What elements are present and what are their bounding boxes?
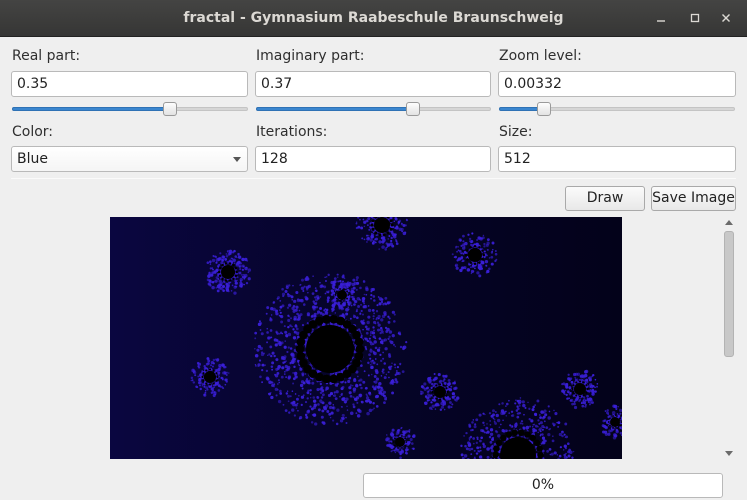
imaginary-part-label: Imaginary part: — [256, 48, 365, 64]
imaginary-part-input[interactable]: 0.37 — [255, 71, 491, 97]
chevron-down-icon — [233, 157, 241, 162]
zoom-level-label: Zoom level: — [499, 48, 582, 64]
draw-button[interactable]: Draw — [565, 186, 645, 211]
maximize-icon — [685, 13, 705, 23]
size-input[interactable]: 512 — [498, 146, 736, 172]
iterations-input[interactable]: 128 — [255, 146, 491, 172]
zoom-level-slider[interactable] — [499, 102, 735, 116]
window-title: fractal - Gymnasium Raabeschule Braunsch… — [183, 10, 564, 26]
size-label: Size: — [499, 124, 533, 140]
separator — [11, 178, 736, 179]
title-bar[interactable]: fractal - Gymnasium Raabeschule Braunsch… — [0, 0, 747, 37]
maximize-button[interactable] — [685, 9, 705, 29]
color-label: Color: — [12, 124, 54, 140]
zoom-level-input[interactable]: 0.00332 — [498, 71, 736, 97]
close-button[interactable] — [716, 9, 736, 29]
color-select[interactable]: Blue — [11, 146, 248, 172]
iterations-label: Iterations: — [256, 124, 328, 140]
color-select-value: Blue — [17, 151, 48, 167]
slider-fill — [12, 107, 171, 111]
scrollbar-thumb[interactable] — [724, 231, 734, 357]
slider-fill — [256, 107, 414, 111]
progress-bar: 0% — [363, 473, 723, 498]
vertical-scrollbar[interactable] — [722, 216, 736, 460]
imaginary-part-slider[interactable] — [256, 102, 491, 116]
minimize-icon — [651, 13, 671, 23]
scroll-down-icon[interactable] — [725, 451, 733, 456]
app-window: fractal - Gymnasium Raabeschule Braunsch… — [0, 0, 747, 500]
slider-handle[interactable] — [536, 102, 551, 116]
fractal-render — [110, 217, 622, 459]
real-part-slider[interactable] — [12, 102, 248, 116]
progress-text: 0% — [531, 477, 555, 493]
real-part-label: Real part: — [12, 48, 81, 64]
slider-handle[interactable] — [163, 102, 178, 116]
close-icon — [716, 13, 736, 23]
real-part-input[interactable]: 0.35 — [11, 71, 248, 97]
fractal-image — [110, 217, 622, 459]
slider-handle[interactable] — [406, 102, 421, 116]
minimize-button[interactable] — [651, 9, 671, 29]
save-image-button[interactable]: Save Image — [651, 186, 736, 211]
scroll-up-icon[interactable] — [725, 220, 733, 225]
